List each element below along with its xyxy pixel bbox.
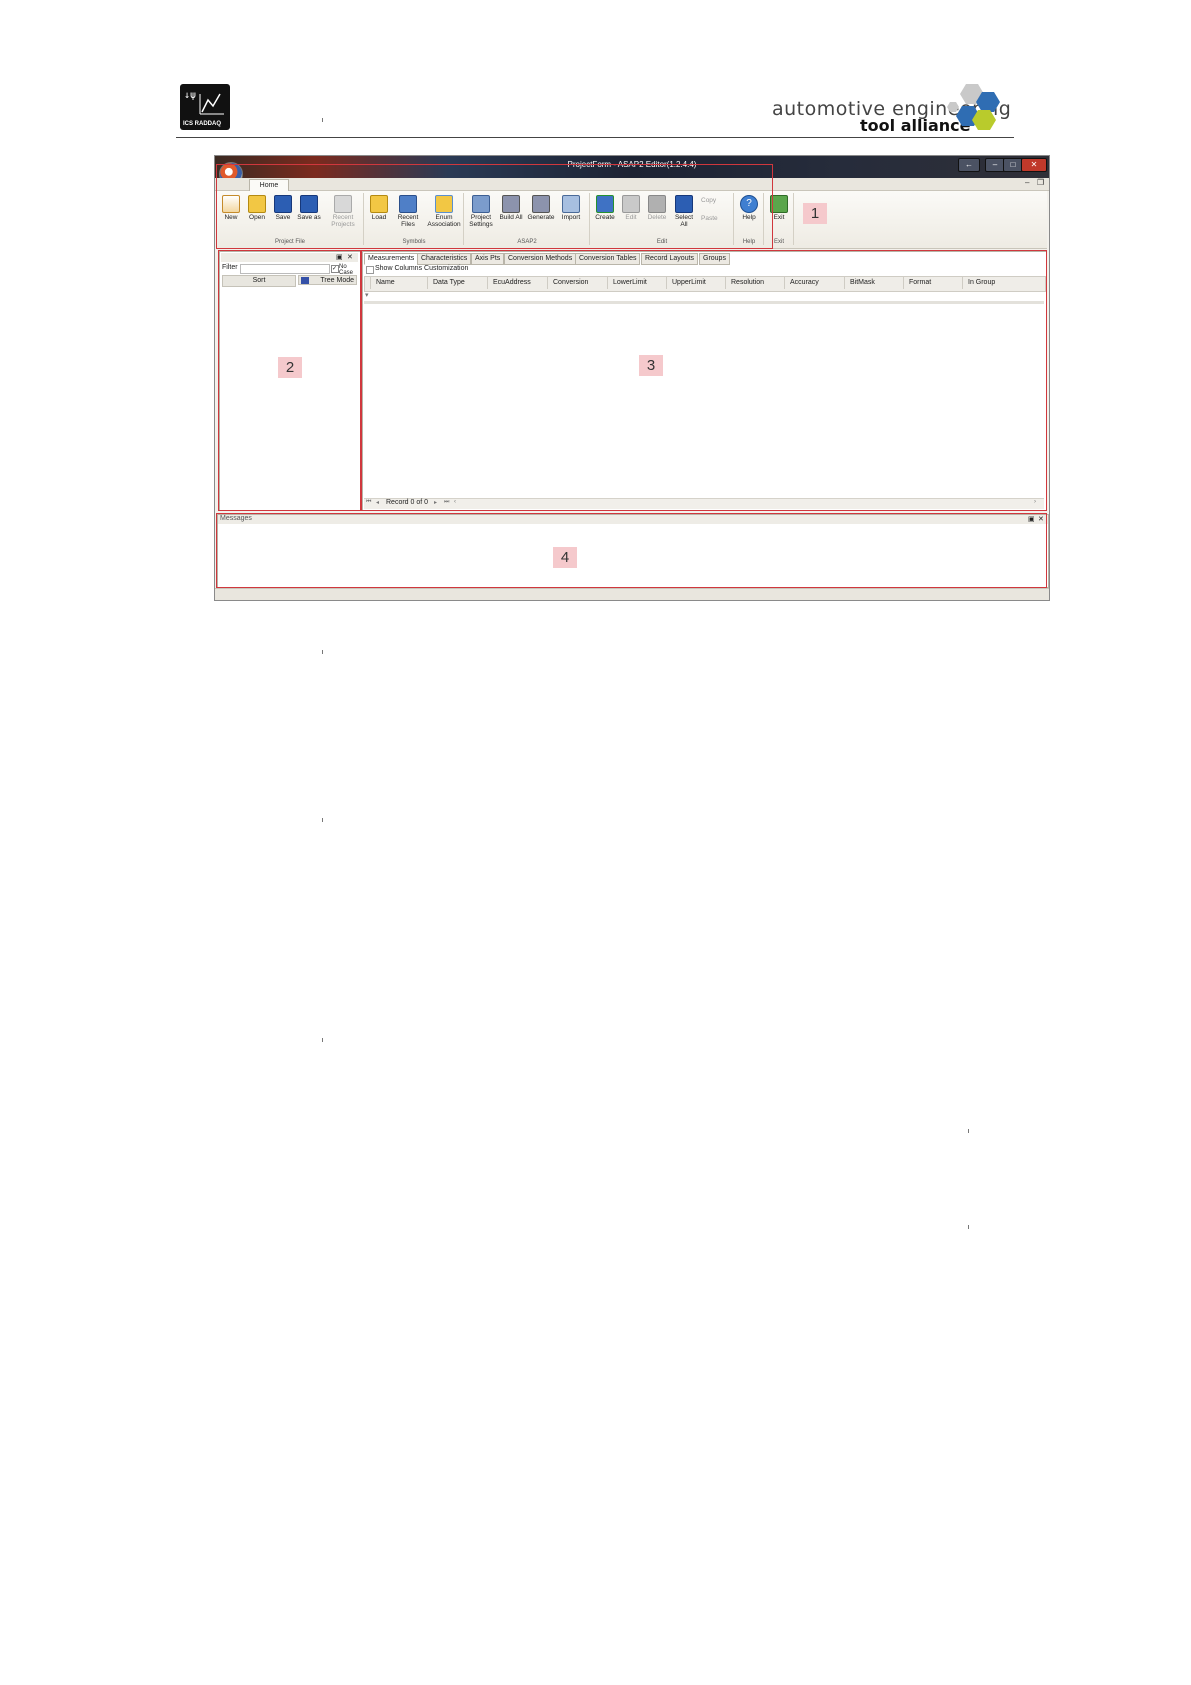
alliance-hexagon-logo [947, 84, 1000, 130]
region-label-3: 3 [639, 355, 663, 376]
status-bar [215, 588, 1049, 600]
stray-mark [322, 118, 323, 122]
region-label-1: 1 [803, 203, 827, 224]
ribbon-restore-icon[interactable]: ❐ [1037, 178, 1044, 187]
asap2-editor-window: ProjectForm - ASAP2 Editor(1.2.4.4) ← – … [214, 155, 1050, 601]
stray-mark [968, 1225, 969, 1229]
close-icon[interactable]: ✕ [1021, 158, 1047, 172]
back-icon[interactable]: ← [958, 158, 980, 172]
ics-raddaq-logo: ↓ψ ICS RADDAQ [180, 84, 230, 130]
ribbon-minimize-icon[interactable]: – [1025, 178, 1029, 187]
maximize-icon[interactable]: □ [1003, 158, 1023, 172]
highlight-box-ribbon [216, 164, 773, 249]
highlight-box-grid [361, 250, 1047, 511]
logo-caption: ICS RADDAQ [183, 121, 222, 127]
stray-mark [322, 818, 323, 822]
region-label-4: 4 [553, 547, 577, 568]
stray-mark [968, 1129, 969, 1133]
stray-mark [322, 1038, 323, 1042]
header-rule [176, 137, 1014, 138]
highlight-box-left-panel [218, 250, 361, 511]
highlight-box-messages [216, 513, 1047, 588]
stray-mark [322, 650, 323, 654]
region-label-2: 2 [278, 357, 302, 378]
minimize-icon[interactable]: – [985, 158, 1005, 172]
